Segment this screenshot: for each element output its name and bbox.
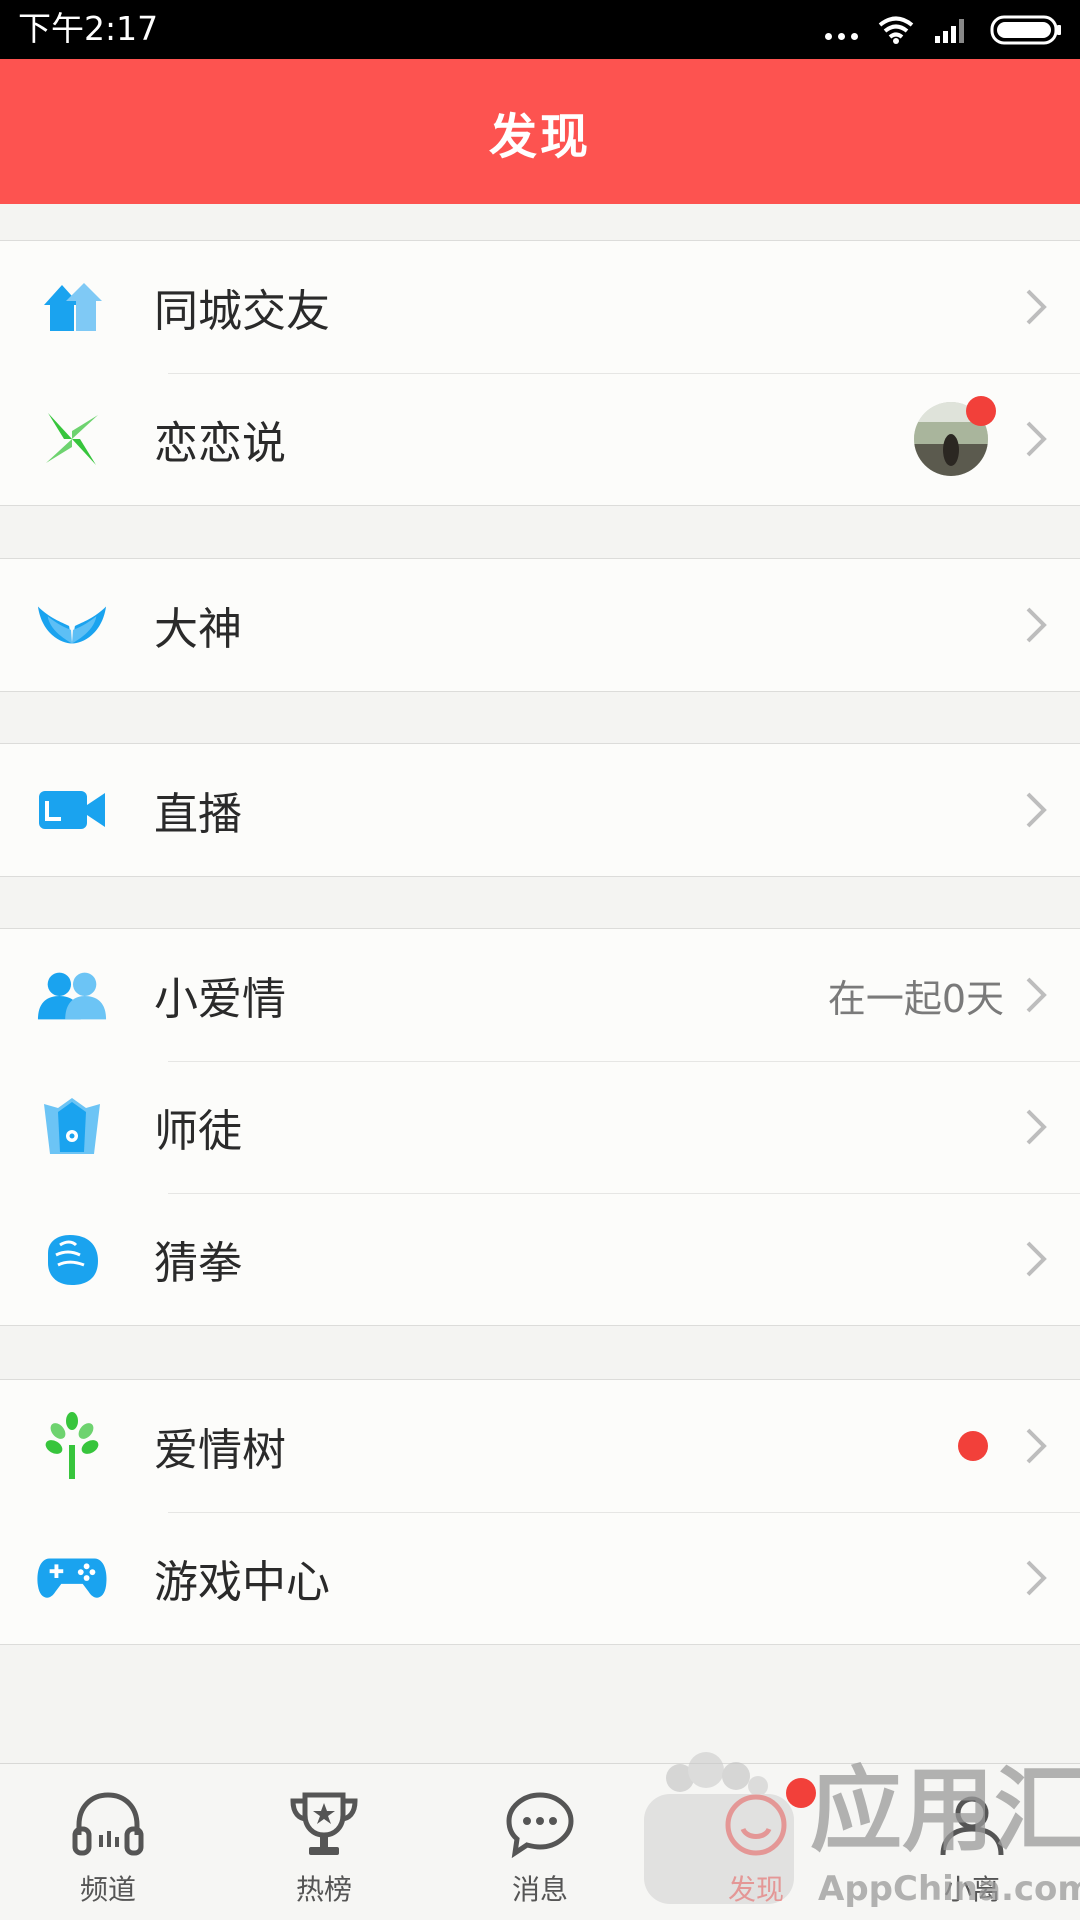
list-group: 小爱情 在一起0天 师徒 猜拳 xyxy=(0,928,1080,1326)
chevron-right-icon xyxy=(1026,1560,1047,1596)
list-item-label: 直播 xyxy=(154,789,242,840)
list-item-xiaoaiqing[interactable]: 小爱情 在一起0天 xyxy=(0,929,1080,1061)
list-item-zhibo[interactable]: 直播 xyxy=(0,744,1080,876)
tab-xiaoxi[interactable]: 消息 xyxy=(432,1764,648,1920)
tab-label: 频道 xyxy=(79,1873,136,1906)
list-item-label: 大神 xyxy=(154,604,242,655)
list-item-tongcheng[interactable]: 同城交友 xyxy=(0,241,1080,373)
chevron-right-icon xyxy=(1026,1109,1047,1145)
house-arrows-icon xyxy=(36,271,108,343)
tree-icon xyxy=(36,1410,108,1482)
more-dots-icon xyxy=(825,20,858,40)
chevron-right-icon xyxy=(1026,1428,1047,1464)
days-together-text: 在一起0天 xyxy=(827,976,1004,1021)
list-item-youxizhongxin[interactable]: 游戏中心 xyxy=(0,1512,1080,1644)
notification-badge xyxy=(966,396,996,426)
list-group: 爱情树 游戏中心 xyxy=(0,1379,1080,1645)
chat-bubble-icon xyxy=(500,1786,580,1862)
list-item-label: 师徒 xyxy=(154,1106,242,1157)
chevron-right-icon xyxy=(1026,421,1047,457)
tab-label: 小离 xyxy=(943,1873,1000,1906)
status-icons xyxy=(825,12,1062,48)
tab-faxian[interactable]: 发现 xyxy=(648,1764,864,1920)
list-item-aiqingshu[interactable]: 爱情树 xyxy=(0,1380,1080,1512)
chevron-right-icon xyxy=(1026,289,1047,325)
tab-label: 热榜 xyxy=(295,1873,352,1906)
couple-icon xyxy=(36,959,108,1031)
list-item-caiquan[interactable]: 猜拳 xyxy=(0,1193,1080,1325)
wifi-icon xyxy=(878,16,914,44)
tab-xiaoli[interactable]: 小离 xyxy=(864,1764,1080,1920)
fist-icon xyxy=(36,1223,108,1295)
title-bar: 发现 xyxy=(0,59,1080,204)
chevron-right-icon xyxy=(1026,792,1047,828)
list-item-label: 恋恋说 xyxy=(154,418,286,469)
tab-label: 消息 xyxy=(511,1873,568,1906)
bottom-tab-bar: 频道 热榜 消息 发现 小离 xyxy=(0,1763,1080,1920)
chevron-right-icon xyxy=(1026,607,1047,643)
gamepad-icon xyxy=(36,1542,108,1614)
trophy-icon xyxy=(284,1786,364,1862)
discover-icon xyxy=(716,1786,796,1862)
headphones-icon xyxy=(68,1786,148,1862)
avatar xyxy=(914,396,996,476)
chevron-right-icon xyxy=(1026,977,1047,1013)
list-group: 同城交友 恋恋说 xyxy=(0,240,1080,506)
tab-label: 发现 xyxy=(727,1873,784,1906)
list-item-lianlianshuo[interactable]: 恋恋说 xyxy=(0,373,1080,505)
page-title: 发现 xyxy=(488,108,591,165)
profile-icon xyxy=(932,1786,1012,1862)
list-item-label: 同城交友 xyxy=(154,286,330,337)
wings-icon xyxy=(36,589,108,661)
list-item-label: 爱情树 xyxy=(154,1425,286,1476)
notification-dot xyxy=(958,1431,988,1461)
list-group: 大神 xyxy=(0,558,1080,692)
video-camera-icon xyxy=(36,774,108,846)
status-time: 下午2:17 xyxy=(18,9,159,48)
battery-icon xyxy=(990,15,1061,45)
list-item-shitu[interactable]: 师徒 xyxy=(0,1061,1080,1193)
pinwheel-icon xyxy=(36,403,108,475)
tab-rebang[interactable]: 热榜 xyxy=(216,1764,432,1920)
list-item-dashen[interactable]: 大神 xyxy=(0,559,1080,691)
list-group: 直播 xyxy=(0,743,1080,877)
status-bar: 下午2:17 xyxy=(0,0,1080,59)
pen-nib-icon xyxy=(36,1091,108,1163)
chevron-right-icon xyxy=(1026,1241,1047,1277)
list-item-label: 游戏中心 xyxy=(154,1557,330,1608)
signal-icon xyxy=(935,19,964,43)
list-item-label: 猜拳 xyxy=(154,1238,242,1289)
notification-badge xyxy=(786,1778,816,1808)
tab-pindao[interactable]: 频道 xyxy=(0,1764,216,1920)
list-item-label: 小爱情 xyxy=(154,974,286,1025)
